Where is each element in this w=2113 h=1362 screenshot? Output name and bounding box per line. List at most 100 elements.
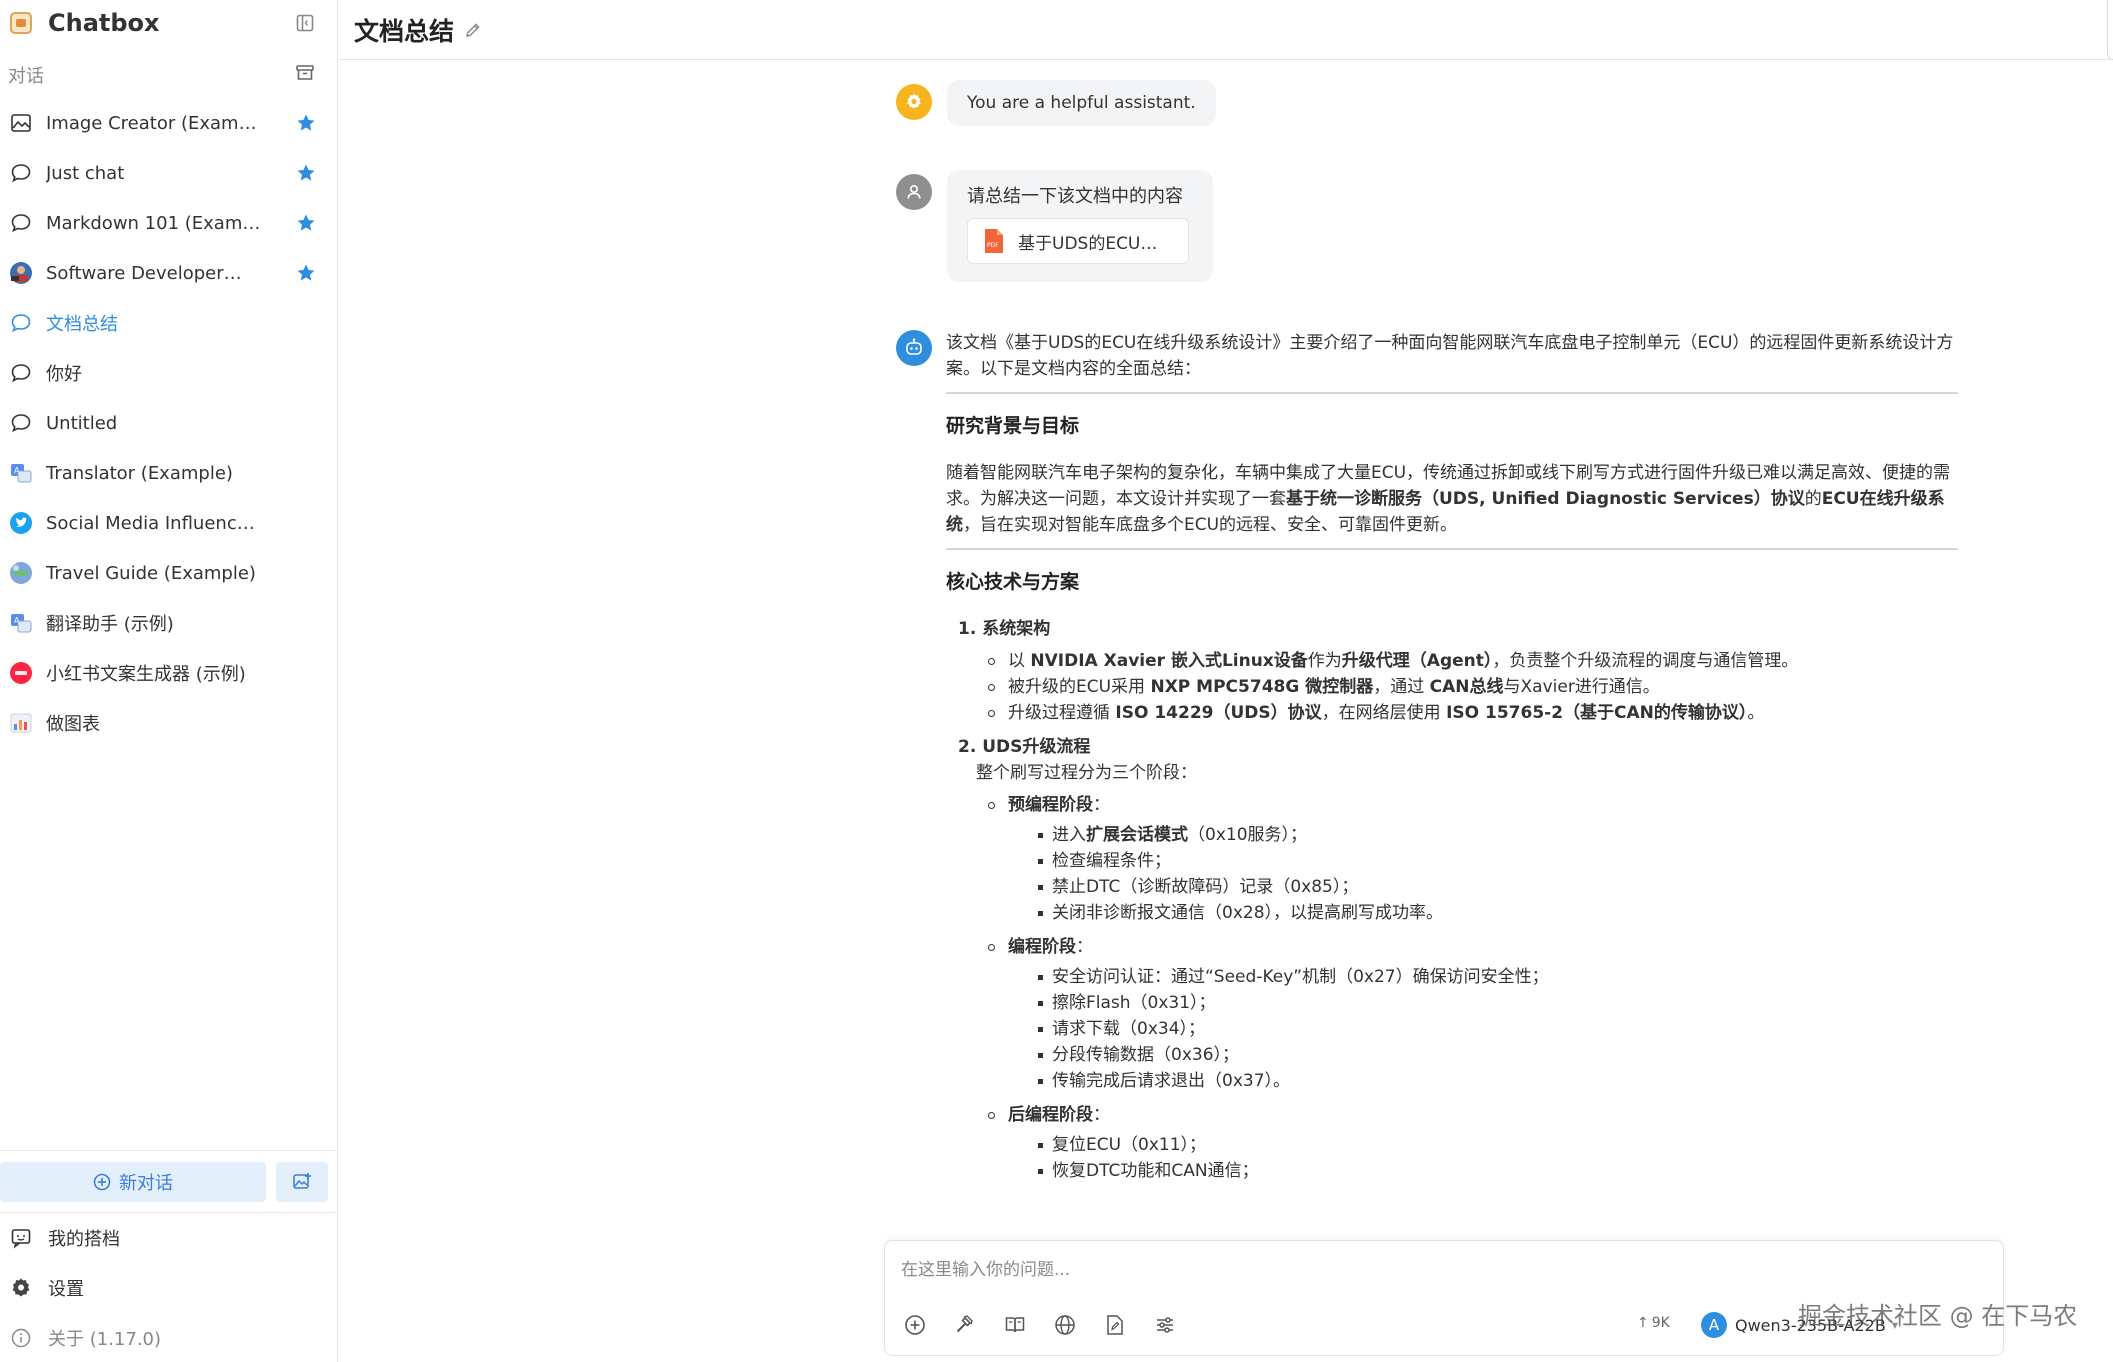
user-avatar [896,174,932,210]
list-item: 关闭非诊断报文通信（0x28），以提高刷写成功率。 [1038,900,1958,926]
star-icon[interactable] [293,160,319,186]
conversation-item[interactable]: Markdown 101 (Example) [0,198,338,248]
translator-avatar: A [8,610,34,636]
user-icon [907,184,921,199]
core-list: 1. 系统架构 以 NVIDIA Xavier 嵌入式Linux设备作为升级代理… [958,616,1958,1184]
system-message: You are a helpful assistant. [947,80,1216,126]
developer-avatar [8,260,34,286]
stage-item: 预编程阶段： 进入扩展会话模式（0x10服务）； 检查编程条件； 禁止DTC（诊… [988,792,1958,926]
gear-icon [8,1275,34,1301]
list-item: 被升级的ECU采用 NXP MPC5748G 微控制器，通过 CAN总线与Xav… [988,674,1958,700]
conversation-item[interactable]: A 翻译助手 (示例) [0,598,338,648]
chat-title: 文档总结 [354,16,455,46]
conversation-item[interactable]: 你好 [0,348,338,398]
conversation-label: 小红书文案生成器 (示例) [46,664,246,685]
xiaohongshu-avatar [8,660,34,686]
conversation-item[interactable]: Software Developer… [0,248,338,298]
conversation-item[interactable]: Social Media Influencer… [0,498,338,548]
sidebar: Chatbox 对话 Image Creator (Example) Just … [0,0,338,1362]
star-icon[interactable] [293,110,319,136]
file-button[interactable] [1099,1309,1131,1341]
conversation-label: Markdown 101 (Example) [46,212,261,234]
book-icon [1005,1317,1025,1333]
conversation-label: Social Media Influencer… [46,512,261,534]
star-icon[interactable] [293,210,319,236]
list-item: 2. UDS升级流程 整个刷写过程分为三个阶段： 预编程阶段： 进入扩展会话模式… [958,734,1958,1184]
list-item: 安全访问认证：通过“Seed-Key”机制（0x27）确保访问安全性； [1038,964,1958,990]
background-paragraph: 随着智能网联汽车电子架构的复杂化，车辆中集成了大量ECU，传统通过拆卸或线下刷写… [946,463,1951,535]
translator-avatar: A [8,460,34,486]
settings-item[interactable]: 设置 [8,1268,84,1308]
knowledge-base-button[interactable] [999,1309,1031,1341]
info-icon [8,1325,34,1351]
globe-icon [1055,1315,1075,1335]
attachment-chip[interactable]: PDF 基于UDS的ECU… [967,218,1189,264]
archive-icon [296,65,314,80]
arrow-up-icon: ↑ [1637,1315,1649,1331]
conversation-label: Travel Guide (Example) [46,562,256,584]
star-icon[interactable] [293,260,319,286]
answer-intro: 该文档《基于UDS的ECU在线升级系统设计》主要介绍了一种面向智能网联汽车底盘电… [946,333,1954,379]
conversation-label: Untitled [46,412,118,434]
conversation-item[interactable]: 做图表 [0,698,338,748]
pencil-icon [466,22,480,37]
my-partners-label: 我的搭档 [48,1229,120,1250]
stage-item: 后编程阶段： 复位ECU（0x11）； 恢复DTC功能和CAN通信； [988,1102,1958,1184]
settings-sliders-button[interactable] [1149,1309,1181,1341]
about-item[interactable]: 关于 (1.17.0) [8,1318,161,1358]
list-item-title: 2. UDS升级流程 [958,737,1091,757]
list-item: 进入扩展会话模式（0x10服务）； [1038,822,1958,848]
chat-header: 文档总结 [339,0,2113,60]
svg-text:A: A [14,616,20,625]
list-item: 复位ECU（0x11）； [1038,1132,1958,1158]
svg-text:A: A [14,466,20,475]
svg-text:PDF: PDF [987,242,999,249]
robot-icon [906,338,922,355]
archive-button[interactable] [292,60,318,86]
list-item: 以 NVIDIA Xavier 嵌入式Linux设备作为升级代理（Agent），… [988,648,1958,674]
conversation-item-active[interactable]: 文档总结 [0,298,338,348]
conversation-item[interactable]: Image Creator (Example) [0,98,338,148]
conversation-label: 翻译助手 (示例) [46,614,174,635]
message-input[interactable] [901,1255,1981,1285]
list-item: 禁止DTC（诊断故障码）记录（0x85）； [1038,874,1958,900]
token-count: ↑ 9K [1637,1315,1670,1331]
conversation-label: 做图表 [46,714,100,735]
conversation-list: Image Creator (Example) Just chat Markdo… [0,98,338,748]
user-message-text: 请总结一下该文档中的内容 [967,186,1183,207]
conversation-label: 你好 [46,364,82,385]
edit-title-button[interactable] [462,19,484,41]
conversation-item[interactable]: Travel Guide (Example) [0,548,338,598]
new-image-chat-button[interactable] [276,1162,328,1202]
model-badge: A [1701,1312,1727,1338]
sliders-icon [1157,1317,1173,1333]
attachment-name: 基于UDS的ECU… [1018,233,1158,254]
conversation-item[interactable]: 小红书文案生成器 (示例) [0,648,338,698]
sidebar-divider [0,1150,338,1151]
conversation-label: Software Developer… [46,262,242,284]
conversation-item[interactable]: Untitled [0,398,338,448]
web-search-button[interactable] [1049,1309,1081,1341]
list-item: 1. 系统架构 以 NVIDIA Xavier 嵌入式Linux设备作为升级代理… [958,616,1958,726]
list-item: 请求下载（0x34）； [1038,1016,1958,1042]
list-item-subtitle: 整个刷写过程分为三个阶段： [976,763,1197,783]
conversation-label: Translator (Example) [46,462,233,484]
list-item: 升级过程遵循 ISO 14229（UDS）协议，在网络层使用 ISO 15765… [988,700,1958,726]
collapse-sidebar-button[interactable] [292,10,318,36]
twitter-avatar [8,510,34,536]
brand: Chatbox [10,6,160,40]
tools-button[interactable] [949,1309,981,1341]
attach-button[interactable] [899,1309,931,1341]
conversation-item[interactable]: A Translator (Example) [0,448,338,498]
conversation-label: Just chat [46,162,125,184]
window-edge [2107,0,2113,60]
list-item: 分段传输数据（0x36）； [1038,1042,1958,1068]
image-icon [8,110,34,136]
new-chat-button[interactable]: 新对话 [0,1162,266,1202]
chat-bubble-icon [8,210,34,236]
my-partners-item[interactable]: 我的搭档 [8,1218,120,1258]
chat-bubble-icon [8,160,34,186]
add-circle-icon [905,1315,925,1335]
conversation-label: 文档总结 [46,314,118,335]
conversation-item[interactable]: Just chat [0,148,338,198]
